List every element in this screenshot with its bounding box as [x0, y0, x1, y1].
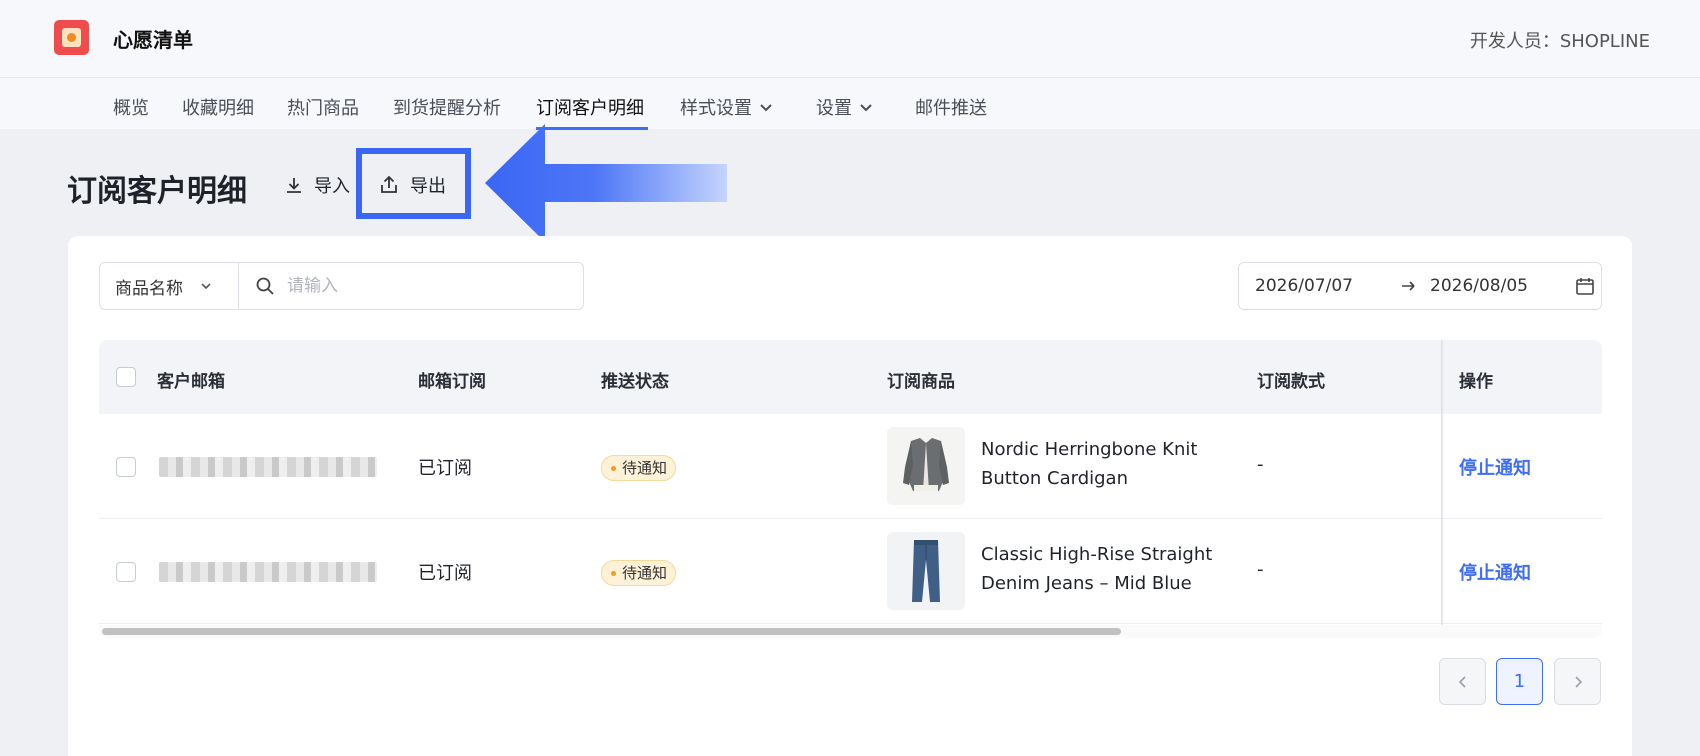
top-bar: 心愿清单 开发人员：SHOPLINE: [0, 0, 1700, 78]
search-input[interactable]: [287, 276, 567, 296]
table-row: 已订阅 待通知 Nordic Herringbone Knit Button C…: [99, 414, 1602, 519]
column-header-email[interactable]: 客户邮箱: [157, 367, 225, 392]
calendar-icon[interactable]: [1575, 276, 1595, 296]
subscription-status: 已订阅: [418, 563, 472, 584]
product-thumbnail-jeans: [887, 532, 965, 610]
date-start[interactable]: 2026/07/07: [1255, 276, 1385, 296]
developer-label: 开发人员：SHOPLINE: [1469, 31, 1650, 52]
date-range-picker[interactable]: 2026/07/07 2026/08/05: [1238, 262, 1602, 310]
scrollbar-thumb[interactable]: [102, 628, 1121, 635]
tab-email-push[interactable]: 邮件推送: [915, 94, 987, 120]
product-name[interactable]: Classic High-Rise Straight Denim Jeans –…: [981, 540, 1221, 598]
pointer-arrow-annotation: [485, 124, 727, 242]
column-header-actions[interactable]: 操作: [1459, 367, 1493, 392]
stop-notify-button[interactable]: 停止通知: [1459, 454, 1531, 480]
product-thumbnail-cardigan: [887, 427, 965, 505]
product-name[interactable]: Nordic Herringbone Knit Button Cardigan: [981, 435, 1221, 493]
tab-settings[interactable]: 设置: [816, 94, 874, 120]
row-checkbox[interactable]: [116, 457, 136, 477]
tab-favorites-detail[interactable]: 收藏明细: [182, 94, 254, 120]
filter-field-select[interactable]: 商品名称: [99, 262, 239, 310]
page-title: 订阅客户明细: [67, 174, 247, 209]
variant-value: -: [1257, 559, 1264, 580]
prev-page-button[interactable]: [1439, 658, 1486, 705]
export-highlight-box: [356, 148, 471, 219]
next-page-button[interactable]: [1554, 658, 1601, 705]
page-number-button[interactable]: 1: [1496, 658, 1543, 705]
column-header-product[interactable]: 订阅商品: [887, 367, 955, 392]
table-row: 已订阅 待通知 Classic High-Rise Straight Denim…: [99, 519, 1602, 624]
tab-overview[interactable]: 概览: [113, 94, 149, 120]
status-badge: 待通知: [601, 560, 677, 586]
fixed-column-divider: [1441, 340, 1444, 625]
jeans-image: [887, 532, 965, 610]
chevron-right-icon: [1574, 675, 1582, 688]
column-header-push-status[interactable]: 推送状态: [601, 367, 669, 392]
horizontal-scrollbar[interactable]: [99, 625, 1602, 638]
main-nav: 概览 收藏明细 热门商品 到货提醒分析 订阅客户明细 样式设置 设置 邮件推送: [0, 78, 1700, 129]
row-checkbox[interactable]: [116, 562, 136, 582]
app-logo: [54, 20, 89, 55]
arrow-right-icon: [1402, 281, 1415, 291]
tab-restock-analysis[interactable]: 到货提醒分析: [393, 94, 501, 120]
chevron-down-icon: [201, 283, 211, 290]
variant-value: -: [1257, 454, 1264, 475]
tab-style-settings[interactable]: 样式设置: [680, 94, 774, 120]
app-title: 心愿清单: [113, 28, 193, 52]
chevron-left-icon: [1458, 675, 1466, 688]
download-icon: [287, 178, 301, 193]
status-badge: 待通知: [601, 455, 677, 481]
search-field[interactable]: [238, 262, 584, 310]
chevron-down-icon: [760, 104, 772, 112]
table-header: 客户邮箱 邮箱订阅 推送状态 订阅商品 订阅款式 操作: [99, 340, 1602, 414]
cardigan-image: [887, 427, 965, 505]
stop-notify-button[interactable]: 停止通知: [1459, 559, 1531, 585]
column-header-variant[interactable]: 订阅款式: [1257, 367, 1325, 392]
search-icon: [256, 277, 274, 295]
gift-heart-icon: [67, 33, 76, 42]
subscription-status: 已订阅: [418, 458, 472, 479]
tab-subscriber-detail[interactable]: 订阅客户明细: [536, 94, 644, 120]
tab-hot-products[interactable]: 热门商品: [287, 94, 359, 120]
column-header-email-subscription[interactable]: 邮箱订阅: [418, 367, 486, 392]
select-all-checkbox[interactable]: [116, 367, 136, 387]
import-button[interactable]: 导入: [284, 172, 350, 198]
date-end[interactable]: 2026/08/05: [1430, 276, 1575, 296]
chevron-down-icon: [860, 104, 872, 112]
subscriber-table: 客户邮箱 邮箱订阅 推送状态 订阅商品 订阅款式 操作 已订阅 待通知 Nord…: [99, 340, 1602, 638]
customer-email-redacted: [159, 562, 377, 582]
customer-email-redacted: [159, 457, 377, 477]
